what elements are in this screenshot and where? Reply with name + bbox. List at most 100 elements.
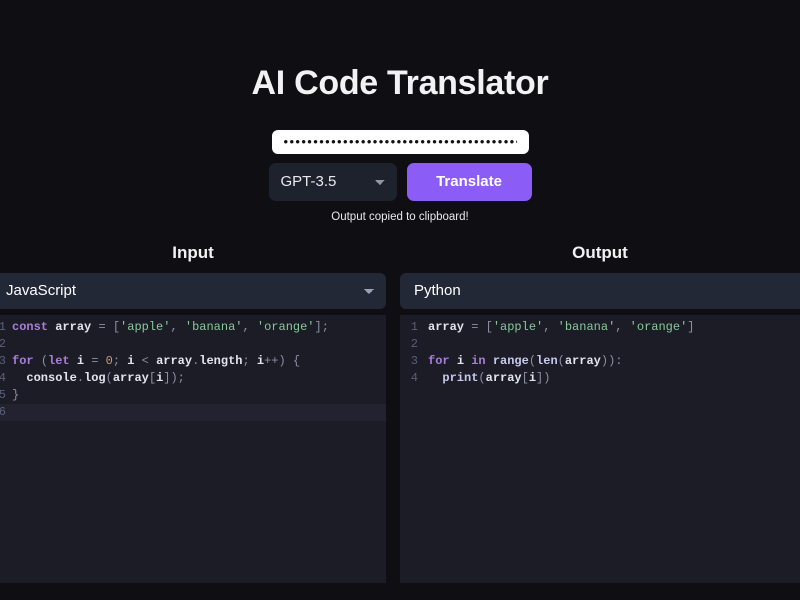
code-token: [ <box>148 370 157 385</box>
code-token: 'apple' <box>492 319 544 334</box>
code-token: array <box>564 353 601 368</box>
code-token: 0 <box>105 353 113 368</box>
line-number: 4 <box>410 370 418 385</box>
code-text: } <box>12 387 19 404</box>
code-line: 2 <box>400 336 800 353</box>
code-token: ( <box>478 370 486 385</box>
code-token: for <box>428 353 450 368</box>
input-language-select[interactable]: JavaScript <box>0 272 386 309</box>
code-token: ( <box>557 353 565 368</box>
code-token: ) <box>170 370 178 385</box>
output-panel-heading: Output <box>572 242 628 262</box>
api-key-input[interactable] <box>271 129 529 154</box>
code-token: console <box>26 370 77 385</box>
code-line: 3 for i in range(len(array)): <box>400 353 800 370</box>
code-token: [ <box>485 319 493 334</box>
input-panel: Input JavaScript 1 const array = ['apple'… <box>0 243 386 583</box>
code-token: . <box>76 370 85 385</box>
code-token: 'orange' <box>629 319 688 334</box>
code-text: const array = ['apple', 'banana', 'orang… <box>12 319 329 336</box>
code-text: print(array[i]) <box>428 370 550 387</box>
code-line: 5} <box>0 387 386 404</box>
model-select[interactable]: GPT-3.5 <box>268 162 397 201</box>
code-token: , <box>170 319 185 334</box>
code-line: 1 array = ['apple', 'banana', 'orange'] <box>400 319 800 336</box>
line-number: 6 <box>0 404 6 419</box>
code-token: array <box>428 319 465 334</box>
code-token: ( <box>40 353 49 368</box>
code-token: const <box>12 319 49 334</box>
input-panel-heading: Input <box>172 242 214 262</box>
code-token: ) <box>278 353 286 368</box>
line-number: 1 <box>0 319 6 334</box>
code-text: array = ['apple', 'banana', 'orange'] <box>428 319 694 336</box>
output-panel: Output Python 1 array = ['apple', 'banana… <box>400 243 800 583</box>
input-code-editor[interactable]: 1 const array = ['apple', 'banana', 'oran… <box>0 314 386 583</box>
code-token: ) <box>600 353 609 368</box>
code-line: 2 <box>0 336 386 353</box>
translate-button[interactable]: Translate <box>406 162 532 201</box>
code-token: [ <box>521 370 529 385</box>
code-line: 4 console.log(array[i]); <box>0 370 386 387</box>
line-number: 3 <box>0 353 6 368</box>
code-token: for <box>12 353 34 368</box>
code-token: [ <box>112 319 121 334</box>
code-token: length <box>199 353 243 368</box>
code-token: , <box>543 319 558 334</box>
code-token: ( <box>105 370 113 385</box>
code-token: ( <box>528 353 537 368</box>
code-token: 'banana' <box>184 319 243 334</box>
code-token: print <box>442 370 479 385</box>
code-text: console.log(array[i]); <box>12 370 185 387</box>
code-token: 'apple' <box>120 319 171 334</box>
code-token: ] <box>314 319 322 334</box>
code-token: ] <box>687 319 695 334</box>
code-token: } <box>12 387 20 402</box>
apikey-row <box>0 129 800 154</box>
code-token: ; <box>112 353 128 368</box>
code-token: len <box>536 353 558 368</box>
editor-panels: Input JavaScript 1 const array = ['apple'… <box>0 243 800 583</box>
code-token: , <box>615 319 630 334</box>
line-number: 1 <box>410 319 418 334</box>
code-token: array <box>112 370 149 385</box>
code-line: 4 print(array[i]) <box>400 370 800 387</box>
code-token: i <box>456 353 465 368</box>
code-token: ; <box>177 370 185 385</box>
line-number: 2 <box>410 336 418 351</box>
code-token: array <box>485 370 522 385</box>
code-token: ++ <box>264 353 279 368</box>
code-token: array <box>55 319 92 334</box>
status-message: Output copied to clipboard! <box>331 210 469 223</box>
output-code-editor[interactable]: 1 array = ['apple', 'banana', 'orange'] 2 3… <box>400 314 800 583</box>
code-token: { <box>292 353 301 368</box>
code-line: 3 for (let i = 0; i < array.length; i++) … <box>0 353 386 370</box>
line-number: 5 <box>0 387 6 402</box>
code-token: ) <box>543 370 551 385</box>
controls-row: GPT-3.5 Translate <box>0 162 800 201</box>
code-text: for (let i = 0; i < array.length; i++) { <box>12 353 300 370</box>
code-token: < <box>141 353 149 368</box>
code-token: ; <box>242 353 257 368</box>
code-token: array <box>156 353 193 368</box>
line-number: 4 <box>0 370 6 385</box>
code-token: ; <box>321 319 329 334</box>
code-token: log <box>84 370 106 385</box>
code-token: , <box>242 319 257 334</box>
line-number: 3 <box>410 353 418 368</box>
code-text: for i in range(len(array)): <box>428 353 622 370</box>
code-line: 1 const array = ['apple', 'banana', 'oran… <box>0 319 386 336</box>
code-token: i <box>528 370 537 385</box>
output-language-select[interactable]: Python <box>400 272 800 309</box>
